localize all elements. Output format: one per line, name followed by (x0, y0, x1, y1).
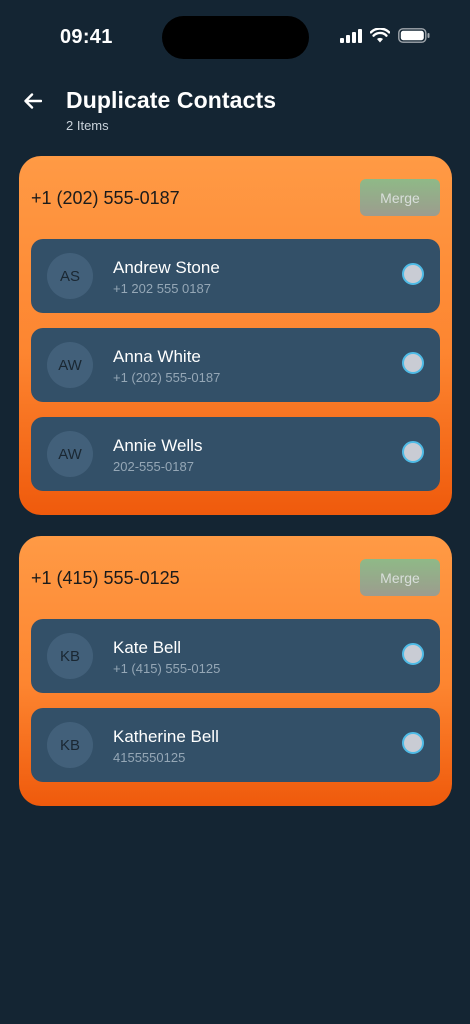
contact-number: 202-555-0187 (113, 459, 194, 474)
select-radio[interactable] (402, 352, 424, 374)
arrow-left-icon (24, 93, 42, 109)
avatar: AS (47, 253, 93, 299)
contact-row[interactable]: KB Kate Bell +1 (415) 555-0125 (31, 619, 440, 693)
page-title: Duplicate Contacts (66, 87, 277, 113)
item-count: 2 Items (66, 118, 109, 133)
dynamic-island (162, 16, 309, 59)
avatar: AW (47, 431, 93, 477)
status-time: 09:41 (60, 26, 113, 48)
avatar: KB (47, 633, 93, 679)
group-phone-number: +1 (202) 555-0187 (31, 188, 180, 208)
back-button[interactable] (20, 88, 46, 114)
contact-row[interactable]: AS Andrew Stone +1 202 555 0187 (31, 239, 440, 313)
contact-row[interactable]: AW Annie Wells 202-555-0187 (31, 417, 440, 491)
merge-button[interactable]: Merge (360, 559, 440, 596)
contact-row[interactable]: AW Anna White +1 (202) 555-0187 (31, 328, 440, 402)
contact-name: Katherine Bell (113, 727, 219, 746)
avatar: AW (47, 342, 93, 388)
status-bar: 09:41 (0, 0, 470, 76)
duplicate-group-card: +1 (415) 555-0125 Merge KB Kate Bell +1 … (19, 536, 452, 806)
select-radio[interactable] (402, 732, 424, 754)
contact-name: Andrew Stone (113, 258, 220, 277)
contact-number: +1 (202) 555-0187 (113, 370, 221, 385)
battery-icon (398, 28, 430, 43)
header: Duplicate Contacts 2 Items (0, 80, 470, 140)
contact-row[interactable]: KB Katherine Bell 4155550125 (31, 708, 440, 782)
contact-number: +1 (415) 555-0125 (113, 661, 221, 676)
contact-number: +1 202 555 0187 (113, 281, 211, 296)
select-radio[interactable] (402, 441, 424, 463)
select-radio[interactable] (402, 643, 424, 665)
group-phone-number: +1 (415) 555-0125 (31, 568, 180, 588)
contact-name: Anna White (113, 347, 201, 366)
contact-name: Kate Bell (113, 638, 182, 657)
wifi-icon (370, 28, 390, 43)
duplicate-group-card: +1 (202) 555-0187 Merge AS Andrew Stone … (19, 156, 452, 515)
merge-button[interactable]: Merge (360, 179, 440, 216)
contact-name: Annie Wells (113, 436, 203, 455)
status-icons (340, 28, 430, 43)
select-radio[interactable] (402, 263, 424, 285)
contact-number: 4155550125 (113, 750, 186, 765)
cellular-signal-icon (340, 28, 362, 43)
avatar: KB (47, 722, 93, 768)
